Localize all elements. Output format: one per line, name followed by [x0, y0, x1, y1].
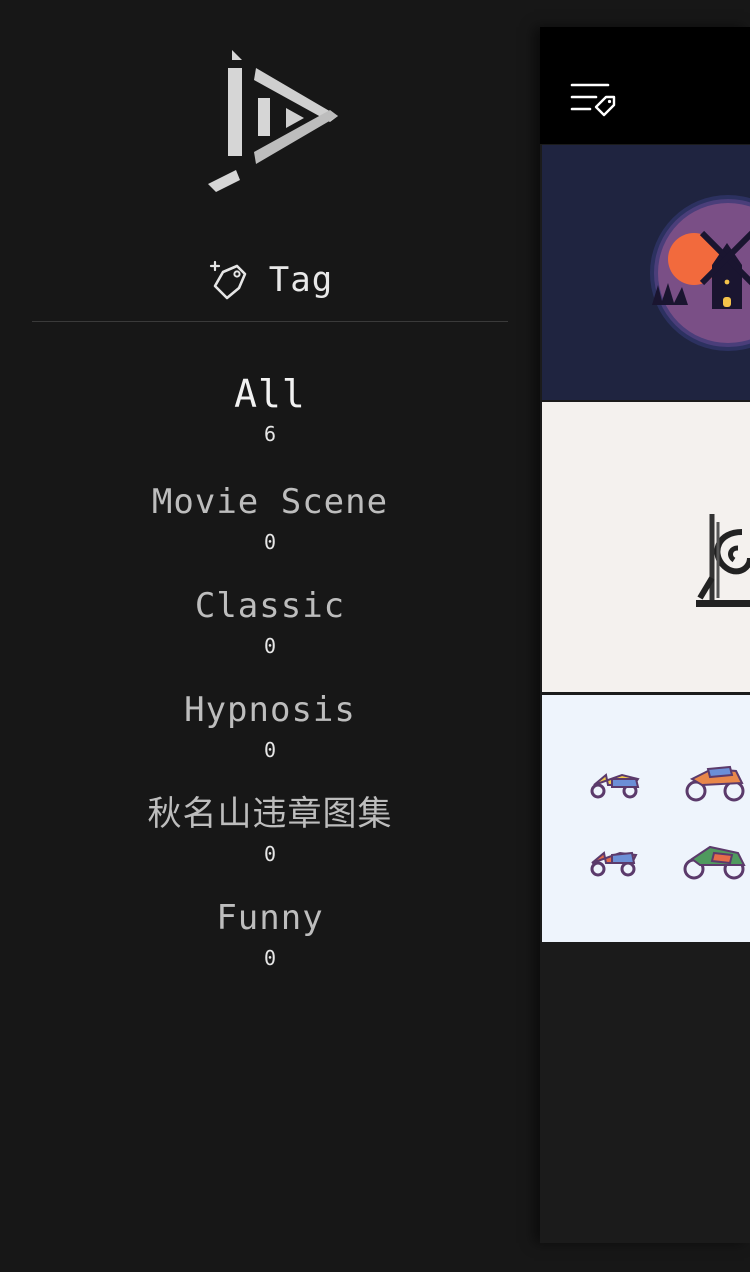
hypnosis-spiral-thumbnail	[696, 512, 750, 612]
tag-name: Classic	[194, 586, 346, 626]
tag-item-funny[interactable]: Funny 0	[0, 888, 540, 992]
tag-count: 0	[263, 946, 277, 970]
tag-item-all[interactable]: All 6	[0, 364, 540, 472]
tag-name: 秋名山违章图集	[147, 794, 393, 834]
tag-drawer: Tag All 6 Movie Scene 0 Classic 0 Hypnos…	[0, 0, 540, 1272]
tag-sparkle-icon	[209, 260, 247, 300]
windmill-night-thumbnail	[650, 195, 750, 351]
tag-item-movie-scene[interactable]: Movie Scene 0	[0, 472, 540, 576]
tag-name: Hypnosis	[184, 690, 356, 730]
tag-count: 6	[263, 422, 277, 446]
top-bar	[540, 27, 750, 144]
media-card[interactable]	[542, 402, 750, 692]
screen: Tag All 6 Movie Scene 0 Classic 0 Hypnos…	[0, 0, 750, 1272]
tag-menu-icon[interactable]	[568, 81, 618, 121]
divider	[32, 321, 508, 322]
media-card[interactable]	[542, 695, 750, 942]
tag-count: 0	[263, 634, 277, 658]
tag-count: 0	[263, 738, 277, 762]
scooters-motorcycles-thumbnail	[590, 765, 746, 880]
tag-name: Funny	[216, 898, 324, 938]
drawer-header: Tag	[0, 250, 540, 310]
main-content	[540, 27, 750, 1243]
tag-item-qiumingshan[interactable]: 秋名山违章图集 0	[0, 784, 540, 888]
tag-name: Movie Scene	[151, 482, 389, 522]
tag-list: All 6 Movie Scene 0 Classic 0 Hypnosis 0…	[0, 364, 540, 992]
tag-count: 0	[263, 842, 277, 866]
tag-item-hypnosis[interactable]: Hypnosis 0	[0, 680, 540, 784]
tag-name: All	[234, 372, 306, 416]
tag-count: 0	[263, 530, 277, 554]
media-card[interactable]	[542, 145, 750, 400]
tag-item-classic[interactable]: Classic 0	[0, 576, 540, 680]
drawer-title: Tag	[268, 260, 334, 300]
play-logo-icon	[208, 50, 338, 192]
